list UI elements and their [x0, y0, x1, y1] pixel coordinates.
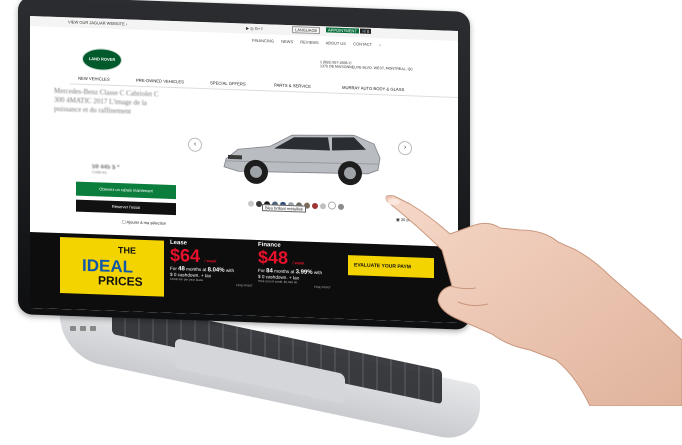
book-test-drive-button[interactable]: Réserver l'essai: [76, 199, 176, 216]
land-rover-logo[interactable]: LAND ROVER: [82, 47, 122, 72]
vehicle-image: [223, 134, 381, 186]
color-swatch[interactable]: [248, 200, 254, 207]
pointing-hand: [385, 195, 682, 406]
color-swatch[interactable]: [328, 201, 336, 210]
gallery-prev-icon[interactable]: ‹: [188, 137, 202, 153]
ideal-prices: PRICES: [98, 273, 143, 289]
selected-color-label: Bleu brillant métallisé: [262, 204, 306, 213]
get-rebate-button[interactable]: Obtenez un rabais maintenant: [76, 181, 176, 200]
vehicle-title: Mercedes-Benz Classe C Cabriolet C 300 4…: [54, 86, 159, 116]
nav-pre-owned[interactable]: PRE-OWNED VEHICLES: [136, 78, 184, 85]
ideal-prices-badge: THE IDEAL PRICES: [60, 237, 164, 297]
cart-count: 0: [366, 28, 370, 34]
finance-per: / week: [292, 260, 305, 266]
link-financing[interactable]: FINANCING: [252, 38, 274, 44]
link-news[interactable]: NEWS: [281, 39, 293, 44]
finance-amount: $48: [258, 246, 289, 269]
appointment-button[interactable]: APPOINTMENT: [326, 27, 359, 34]
utility-links: FINANCING NEWS REVIEWS ABOUT US CONTACT …: [252, 38, 388, 48]
laptop-ports: [70, 318, 130, 331]
add-to-selection-checkbox[interactable]: ☐ Ajouter à ma sélection: [122, 219, 166, 226]
language-button[interactable]: LANGUAGE: [292, 26, 321, 35]
color-swatch[interactable]: [320, 203, 326, 210]
color-swatch[interactable]: [312, 202, 318, 210]
lease-offer: Lease $64 / week For 48 months at 8.04% …: [170, 240, 253, 288]
finance-offer: Finance $48 / week For 84 months at 3.99…: [258, 242, 331, 290]
lease-per: / week: [204, 258, 217, 264]
link-contact[interactable]: CONTACT: [353, 41, 372, 47]
lease-amount: $64: [170, 244, 201, 266]
color-swatch[interactable]: [338, 203, 344, 210]
vehicle-price: 59 445 $ * Coûts inc.: [92, 164, 119, 175]
ideal-the: THE: [118, 245, 136, 256]
search-icon[interactable]: ⌕: [379, 42, 381, 47]
jaguar-site-link[interactable]: VIEW OUR JAGUAR WEBSITE ›: [68, 19, 127, 26]
add-to-selection-label: Ajouter à ma sélection: [126, 219, 167, 226]
link-reviews[interactable]: REVIEWS: [300, 39, 318, 45]
dealer-contact: 1 (855) 957-2695 ✆ 1375 DE MAISONNEUVE B…: [320, 60, 413, 72]
lease-fine-print[interactable]: FINE PRINT: [236, 284, 253, 289]
link-about[interactable]: ABOUT US: [326, 40, 346, 46]
finance-fine-print[interactable]: FINE PRINT: [314, 285, 331, 290]
cart-icon[interactable]: 🛒0: [360, 28, 372, 34]
social-icons[interactable]: ▶ ◎ G+ f: [246, 26, 262, 32]
nav-body-glass[interactable]: MURRAY AUTO BODY & GLASS: [342, 85, 404, 92]
gallery-next-icon[interactable]: ›: [398, 140, 412, 156]
nav-special-offers[interactable]: SPECIAL OFFERS: [210, 80, 246, 86]
nav-new-vehicles[interactable]: NEW VEHICLES: [78, 76, 110, 82]
nav-parts-service[interactable]: PARTS & SERVICE: [274, 83, 311, 89]
